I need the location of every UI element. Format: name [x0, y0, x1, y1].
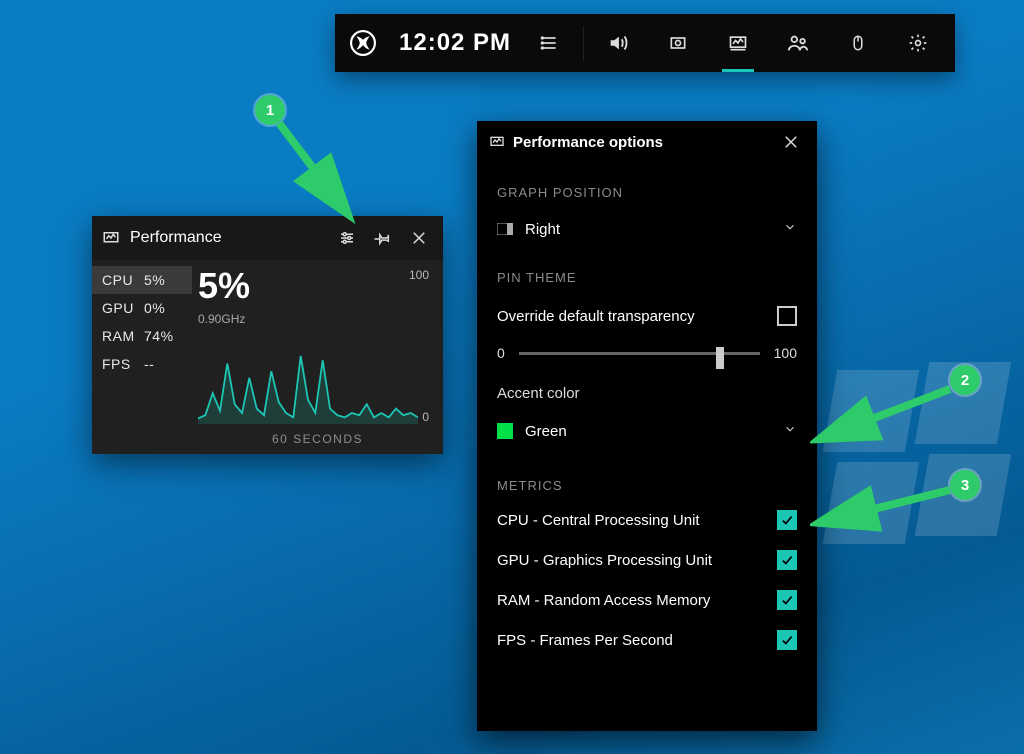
metric-row-ram[interactable]: RAM74%: [92, 322, 192, 350]
mouse-button[interactable]: [828, 14, 888, 72]
checkbox-checked[interactable]: [777, 550, 797, 570]
audio-button[interactable]: [588, 14, 648, 72]
performance-widget: Performance CPU5% GPU0% RAM74% FPS-- 5% …: [92, 216, 443, 454]
y-axis-min: 0: [422, 410, 429, 424]
metrics-header: METRICS: [497, 478, 797, 493]
options-title: Performance options: [513, 134, 663, 151]
annotation-1: 1: [255, 95, 375, 215]
widgets-menu-button[interactable]: [519, 14, 579, 72]
x-axis-label: 60 SECONDS: [272, 432, 363, 446]
override-checkbox[interactable]: [777, 306, 797, 326]
social-button[interactable]: [768, 14, 828, 72]
settings-button[interactable]: [888, 14, 948, 72]
pin-theme-header: PIN THEME: [497, 270, 797, 285]
metric-row-gpu[interactable]: GPU0%: [92, 294, 192, 322]
slider-thumb[interactable]: [716, 347, 724, 369]
xbox-icon[interactable]: [335, 30, 391, 56]
clock: 12:02 PM: [399, 29, 511, 57]
capture-button[interactable]: [648, 14, 708, 72]
checkbox-checked[interactable]: [777, 590, 797, 610]
metric-toggle-fps[interactable]: FPS - Frames Per Second: [497, 627, 797, 653]
close-button[interactable]: [401, 220, 437, 256]
close-button[interactable]: [773, 124, 809, 160]
chart-area: 5% 0.90GHz 100 0 60 SECONDS: [192, 260, 443, 454]
performance-icon: [489, 134, 505, 150]
metric-toggle-ram[interactable]: RAM - Random Access Memory: [497, 587, 797, 613]
big-metric-value: 5%: [198, 268, 429, 304]
accent-color-header: Accent color: [497, 385, 797, 402]
performance-button[interactable]: [708, 14, 768, 72]
game-bar: 12:02 PM: [335, 14, 955, 72]
performance-options-button[interactable]: [329, 220, 365, 256]
graph-position-header: GRAPH POSITION: [497, 185, 797, 200]
checkbox-checked[interactable]: [777, 510, 797, 530]
metric-list: CPU5% GPU0% RAM74% FPS--: [92, 260, 192, 454]
metric-row-fps[interactable]: FPS--: [92, 350, 192, 378]
performance-options-panel: Performance options GRAPH POSITION Right…: [477, 121, 817, 731]
graph-position-dropdown[interactable]: Right: [497, 210, 797, 248]
metric-toggle-gpu[interactable]: GPU - Graphics Processing Unit: [497, 547, 797, 573]
performance-icon: [102, 229, 120, 247]
accent-color-dropdown[interactable]: Green: [497, 412, 797, 450]
pin-button[interactable]: [365, 220, 401, 256]
checkbox-checked[interactable]: [777, 630, 797, 650]
override-transparency-row[interactable]: Override default transparency: [497, 303, 797, 329]
performance-titlebar: Performance: [92, 216, 443, 260]
annotation-2: 2: [810, 365, 980, 455]
slider-min: 0: [497, 345, 505, 361]
transparency-slider[interactable]: 0 100: [497, 345, 797, 361]
chevron-down-icon: [783, 422, 797, 441]
y-axis-max: 100: [409, 268, 429, 282]
metric-row-cpu[interactable]: CPU5%: [92, 266, 192, 294]
windows-logo-watermark: [830, 370, 1010, 550]
position-thumb-icon: [497, 223, 513, 235]
metric-toggle-cpu[interactable]: CPU - Central Processing Unit: [497, 507, 797, 533]
performance-title: Performance: [130, 229, 222, 247]
cpu-sparkline: [198, 314, 418, 424]
chevron-down-icon: [783, 220, 797, 239]
accent-swatch: [497, 423, 513, 439]
slider-track[interactable]: [519, 352, 760, 355]
annotation-3: 3: [810, 470, 980, 540]
slider-max: 100: [774, 345, 797, 361]
